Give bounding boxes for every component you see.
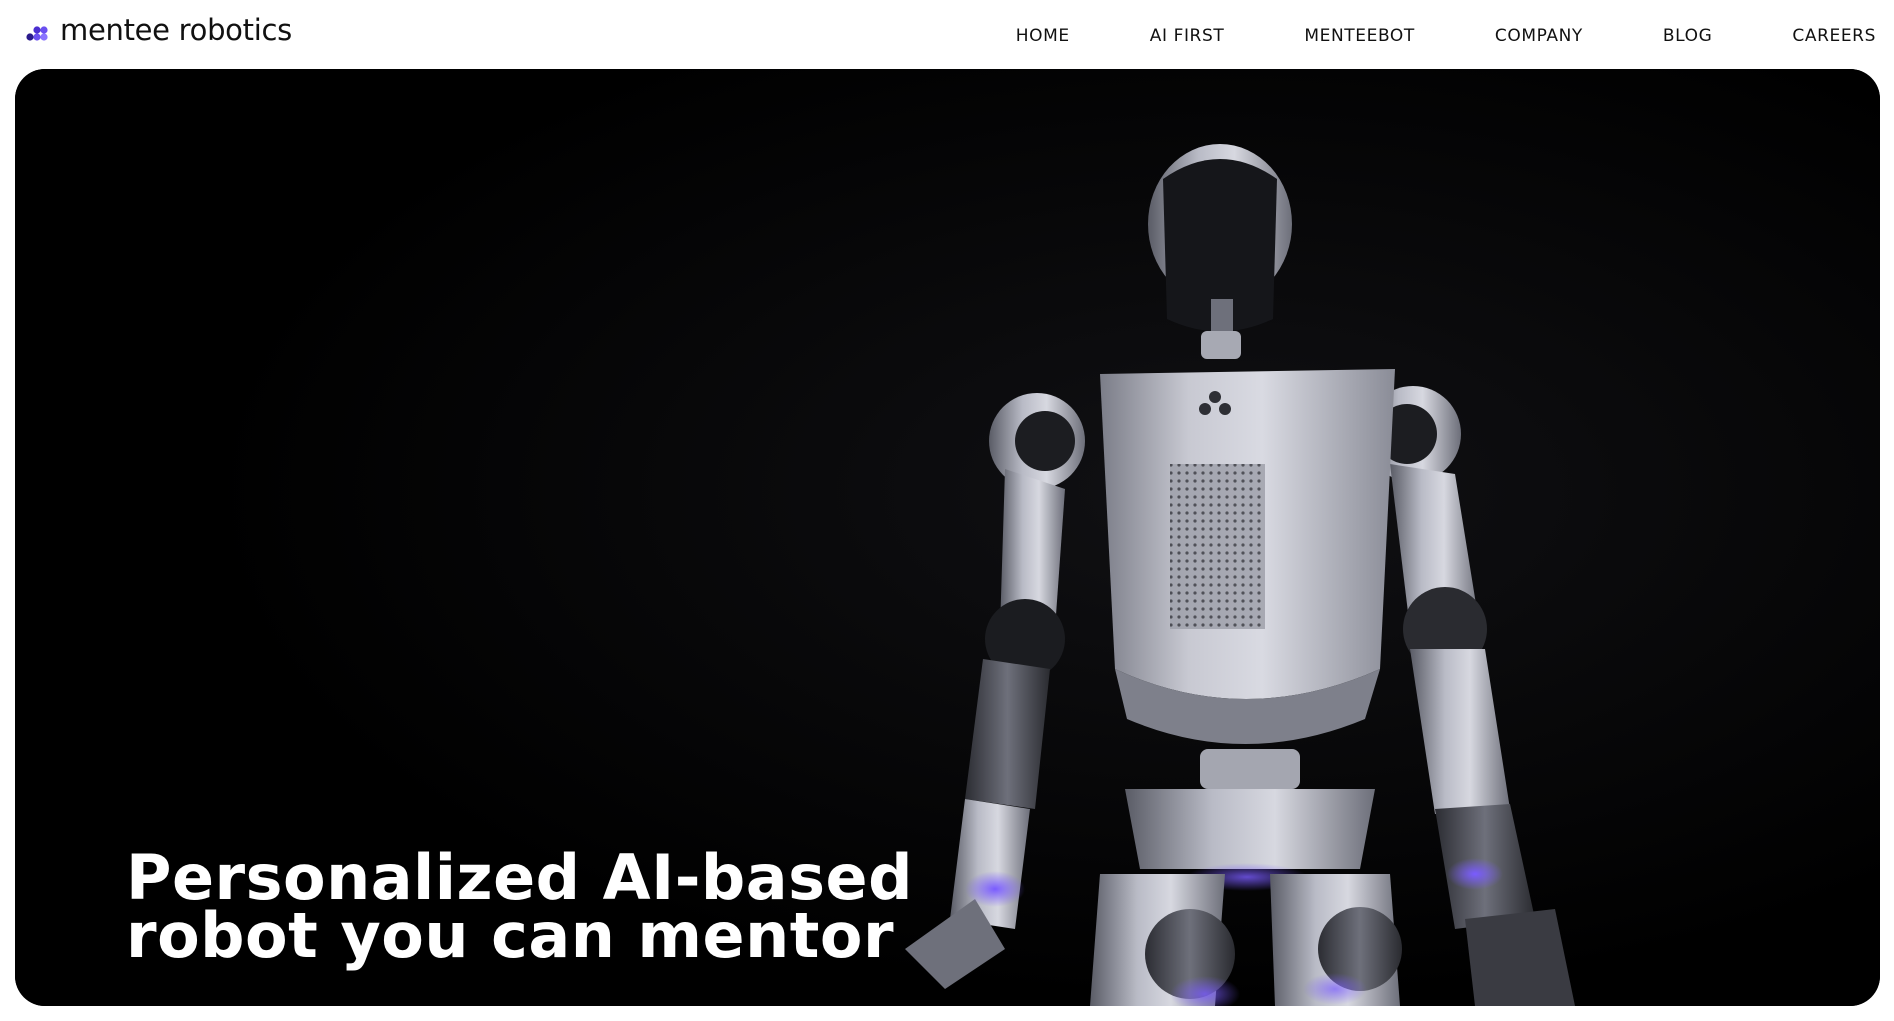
hero-headline: Personalized AI-based robot you can ment… <box>126 847 913 972</box>
nav-ai-first[interactable]: AI FIRST <box>1150 26 1225 46</box>
hero-headline-line-2: robot you can mentor <box>126 899 895 972</box>
nav-menteebot[interactable]: MENTEEBOT <box>1304 26 1415 46</box>
brand-name: mentee robotics <box>60 13 292 47</box>
nav-blog[interactable]: BLOG <box>1663 26 1712 46</box>
top-navigation-bar: mentee robotics HOME AI FIRST MENTEEBOT … <box>0 0 1894 70</box>
nav-home[interactable]: HOME <box>1016 26 1070 46</box>
brand-logo-link[interactable]: mentee robotics <box>26 16 292 45</box>
nav-company[interactable]: COMPANY <box>1495 26 1583 46</box>
main-nav: HOME AI FIRST MENTEEBOT COMPANY BLOG CAR… <box>1016 26 1876 46</box>
mentee-dots-logo-icon <box>26 25 48 41</box>
hero-section: Personalized AI-based robot you can ment… <box>15 69 1880 1006</box>
nav-careers[interactable]: CAREERS <box>1792 26 1876 46</box>
